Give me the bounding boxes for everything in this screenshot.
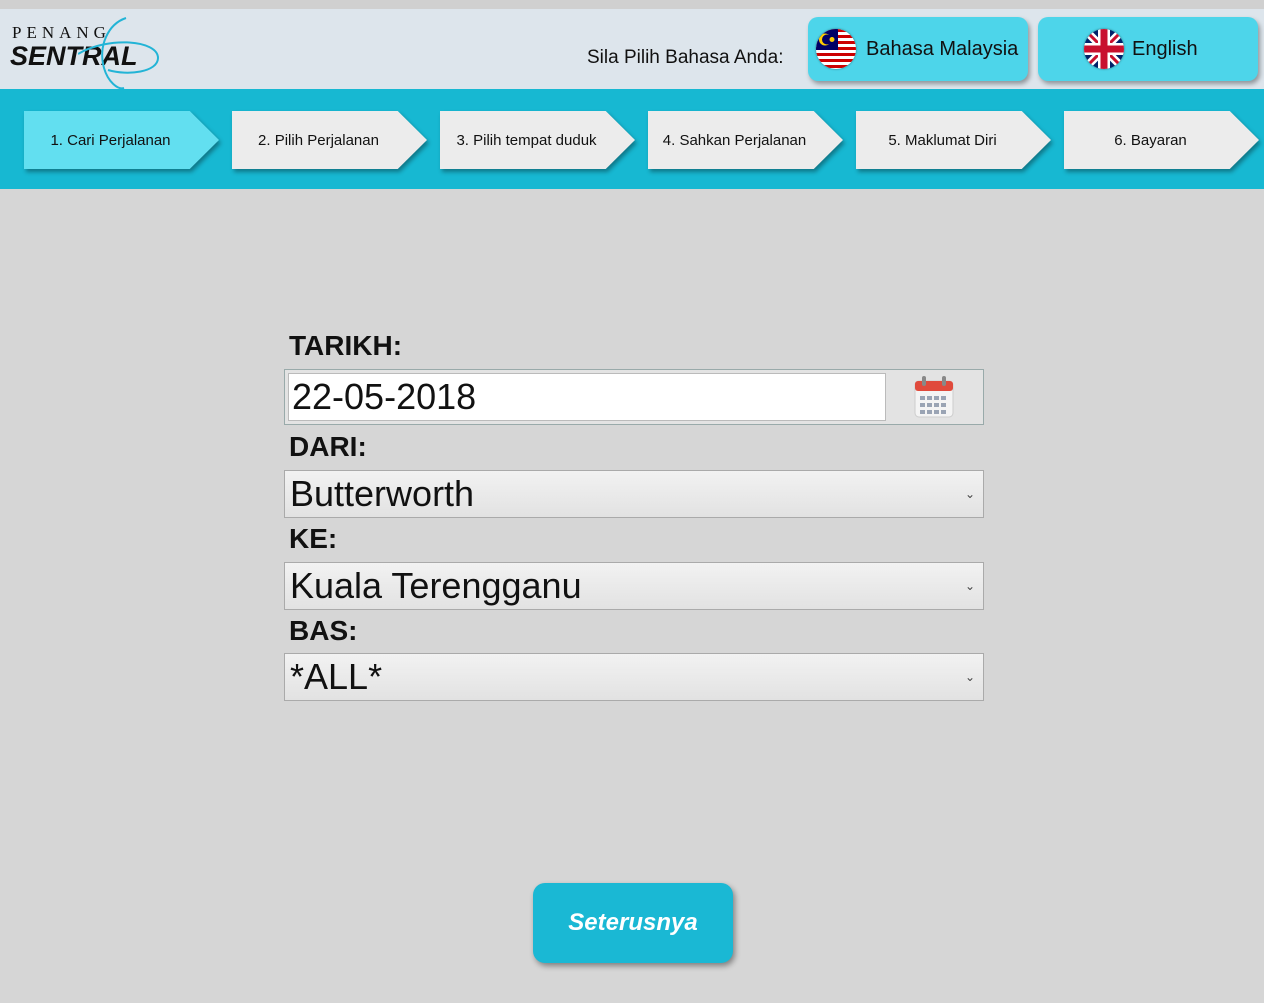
step-label: 4. Sahkan Perjalanan xyxy=(662,131,807,149)
step-label: 2. Pilih Perjalanan xyxy=(258,131,379,149)
from-label: DARI: xyxy=(289,431,367,462)
bus-value: *ALL* xyxy=(290,656,383,697)
from-value: Butterworth xyxy=(290,473,475,514)
english-button[interactable]: English xyxy=(1038,17,1258,81)
calendar-icon[interactable] xyxy=(913,375,955,424)
step-progress-bar: 1. Cari Perjalanan 2. Pilih Perjalanan 3… xyxy=(0,89,1264,189)
step-label: 5. Maklumat Diri xyxy=(888,131,997,149)
to-value: Kuala Terengganu xyxy=(290,565,582,606)
uk-flag-icon xyxy=(1084,29,1124,69)
step-label: 6. Bayaran xyxy=(1114,131,1187,149)
english-label: English xyxy=(1132,37,1198,60)
step-pilih-perjalanan[interactable]: 2. Pilih Perjalanan xyxy=(232,111,427,169)
bus-label: BAS: xyxy=(289,615,358,646)
from-select[interactable]: Butterworth ⌄ xyxy=(284,470,984,518)
step-maklumat-diri[interactable]: 5. Maklumat Diri xyxy=(856,111,1051,169)
to-select[interactable]: Kuala Terengganu ⌄ xyxy=(284,562,984,610)
date-picker: 22-05-2018 xyxy=(284,369,984,425)
chevron-down-icon: ⌄ xyxy=(964,670,975,684)
bahasa-malaysia-button[interactable]: Bahasa Malaysia xyxy=(808,17,1028,81)
step-cari-perjalanan[interactable]: 1. Cari Perjalanan xyxy=(24,111,219,169)
logo-swoosh-icon xyxy=(78,17,160,90)
bahasa-malaysia-label: Bahasa Malaysia xyxy=(866,37,1019,60)
step-pilih-tempat-duduk[interactable]: 3. Pilih tempat duduk xyxy=(440,111,635,169)
next-button[interactable]: Seterusnya xyxy=(533,883,733,963)
chevron-down-icon: ⌄ xyxy=(964,579,975,593)
penang-sentral-logo: PENANG SENTRAL xyxy=(10,17,170,90)
date-label: TARIKH: xyxy=(289,330,403,361)
step-label: 3. Pilih tempat duduk xyxy=(456,131,597,149)
step-sahkan-perjalanan[interactable]: 4. Sahkan Perjalanan xyxy=(648,111,843,169)
malaysia-flag-icon xyxy=(816,29,856,69)
top-strip xyxy=(0,0,1264,9)
step-bayaran[interactable]: 6. Bayaran xyxy=(1064,111,1259,169)
language-prompt: Sila Pilih Bahasa Anda: xyxy=(587,47,784,68)
bus-select[interactable]: *ALL* ⌄ xyxy=(284,653,984,701)
date-input[interactable]: 22-05-2018 xyxy=(288,373,886,421)
chevron-down-icon: ⌄ xyxy=(964,487,975,501)
to-label: KE: xyxy=(289,523,338,554)
step-label: 1. Cari Perjalanan xyxy=(50,131,171,149)
